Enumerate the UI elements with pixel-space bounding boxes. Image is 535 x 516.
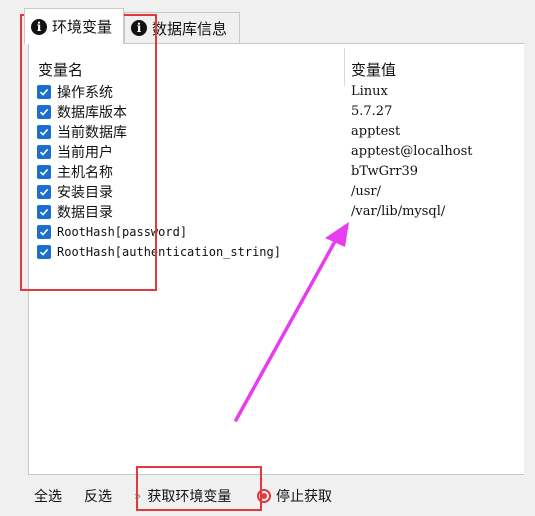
- list-item[interactable]: 当前用户: [37, 142, 113, 162]
- column-header-name[interactable]: 变量名: [38, 59, 83, 80]
- variable-name: 安装目录: [57, 185, 113, 201]
- double-chevron-right-icon: »: [134, 489, 142, 503]
- checkbox-checked[interactable]: [37, 125, 51, 139]
- check-icon: [39, 228, 49, 236]
- info-icon: i: [31, 18, 47, 35]
- variable-value: 5.7.27: [351, 104, 393, 119]
- checkbox-checked[interactable]: [37, 205, 51, 219]
- check-icon: [39, 128, 49, 136]
- bottom-toolbar: 全选 反选 » 获取环境变量 停止获取: [0, 476, 535, 516]
- fetch-env-vars-button[interactable]: » 获取环境变量: [134, 486, 231, 506]
- check-icon: [39, 188, 49, 196]
- variable-value: apptest: [351, 124, 401, 139]
- invert-selection-button[interactable]: 反选: [84, 486, 112, 506]
- variable-name: 数据库版本: [57, 105, 127, 121]
- check-icon: [39, 248, 49, 256]
- checkbox-checked[interactable]: [37, 145, 51, 159]
- variable-name: 操作系统: [57, 85, 113, 101]
- variable-name: RootHash[password]: [57, 225, 188, 239]
- env-vars-list: 变量名 变量值 操作系统 Linux 数据库版本 5.7.27 当前数据库 ap…: [28, 43, 535, 475]
- variable-name: 当前数据库: [57, 125, 127, 141]
- checkbox-checked[interactable]: [37, 105, 51, 119]
- list-item[interactable]: 当前数据库: [37, 122, 127, 142]
- variable-value: /usr/: [351, 184, 382, 199]
- list-item[interactable]: 安装目录: [37, 182, 113, 202]
- list-item[interactable]: 操作系统: [37, 82, 113, 102]
- variable-name: 主机名称: [57, 165, 113, 181]
- check-icon: [39, 108, 49, 116]
- check-icon: [39, 148, 49, 156]
- check-icon: [39, 168, 49, 176]
- variable-value: bTwGrr39: [351, 164, 419, 179]
- variable-name: RootHash[authentication_string]: [57, 245, 281, 259]
- check-icon: [39, 208, 49, 216]
- list-item[interactable]: 数据目录: [37, 202, 113, 222]
- right-edge: [524, 0, 535, 475]
- variable-name: 当前用户: [57, 145, 113, 161]
- stop-fetch-button[interactable]: 停止获取: [257, 486, 332, 506]
- column-header-value[interactable]: 变量值: [351, 59, 396, 80]
- checkbox-checked[interactable]: [37, 185, 51, 199]
- tab-env-vars[interactable]: i 环境变量: [24, 8, 124, 44]
- checkbox-checked[interactable]: [37, 225, 51, 239]
- tab-env-vars-label: 环境变量: [52, 18, 113, 36]
- stop-fetch-label: 停止获取: [276, 489, 332, 505]
- list-item[interactable]: 主机名称: [37, 162, 113, 182]
- tab-db-info[interactable]: i 数据库信息: [124, 12, 240, 43]
- list-item[interactable]: RootHash[authentication_string]: [37, 242, 281, 262]
- list-item[interactable]: 数据库版本: [37, 102, 127, 122]
- list-item[interactable]: RootHash[password]: [37, 222, 187, 242]
- checkbox-checked[interactable]: [37, 165, 51, 179]
- record-stop-icon: [257, 489, 271, 503]
- tab-bar: i 环境变量 i 数据库信息: [0, 0, 535, 44]
- checkbox-checked[interactable]: [37, 245, 51, 259]
- check-icon: [39, 88, 49, 96]
- fetch-env-vars-label: 获取环境变量: [147, 489, 232, 505]
- tab-db-info-label: 数据库信息: [152, 19, 228, 38]
- variable-value: /var/lib/mysql/: [351, 204, 446, 219]
- column-divider[interactable]: [344, 48, 345, 86]
- variable-name: 数据目录: [57, 205, 113, 221]
- info-icon: i: [131, 20, 147, 36]
- variable-value: apptest@localhost: [351, 144, 473, 159]
- select-all-button[interactable]: 全选: [34, 486, 62, 506]
- variable-value: Linux: [351, 84, 388, 99]
- checkbox-checked[interactable]: [37, 85, 51, 99]
